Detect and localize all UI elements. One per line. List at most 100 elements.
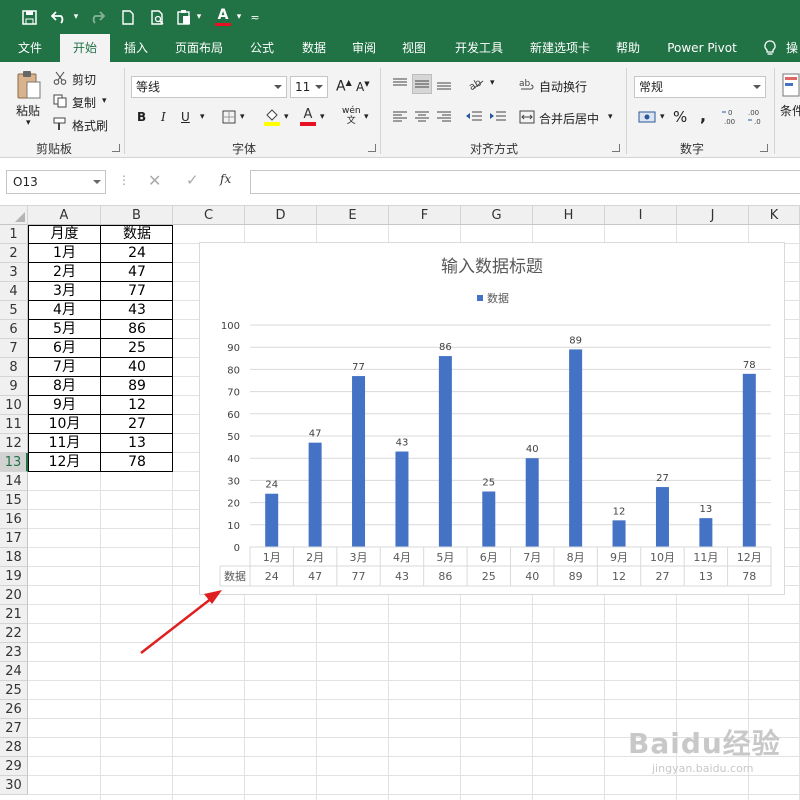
orientation-dropdown-icon[interactable]: ▾ bbox=[490, 78, 495, 88]
align-right-icon[interactable] bbox=[434, 107, 454, 127]
copy-dropdown-icon[interactable]: ▾ bbox=[102, 96, 107, 106]
bar[interactable] bbox=[655, 487, 669, 547]
accounting-dropdown-icon[interactable]: ▾ bbox=[660, 112, 665, 122]
phonetic-button[interactable]: wén 文 bbox=[342, 106, 361, 126]
align-center-icon[interactable] bbox=[412, 107, 432, 127]
cut-button[interactable]: 剪切 bbox=[72, 71, 96, 88]
align-middle-icon[interactable] bbox=[412, 74, 432, 94]
select-all-corner[interactable] bbox=[0, 206, 28, 225]
row-header-23[interactable]: 23 bbox=[0, 643, 28, 662]
table-cell[interactable]: 10月 bbox=[28, 415, 101, 434]
align-bottom-icon[interactable] bbox=[434, 74, 454, 94]
table-cell[interactable]: 11月 bbox=[28, 434, 101, 453]
row-header-7[interactable]: 7 bbox=[0, 339, 28, 358]
paste-button[interactable]: 粘贴 bbox=[16, 102, 40, 119]
table-cell[interactable]: 77 bbox=[101, 282, 173, 301]
tab-new-tab[interactable]: 新建选项卡 bbox=[522, 34, 598, 62]
column-header-k[interactable]: K bbox=[749, 206, 800, 225]
table-cell[interactable]: 9月 bbox=[28, 396, 101, 415]
table-header-cell[interactable]: 月度 bbox=[28, 225, 101, 244]
row-header-9[interactable]: 9 bbox=[0, 377, 28, 396]
table-cell[interactable]: 2月 bbox=[28, 263, 101, 282]
table-cell[interactable]: 13 bbox=[101, 434, 173, 453]
tab-formulas[interactable]: 公式 bbox=[240, 34, 284, 62]
decrease-font-size-button[interactable]: A▼ bbox=[356, 80, 370, 94]
orientation-icon[interactable]: ab bbox=[466, 74, 488, 94]
increase-indent-icon[interactable] bbox=[488, 107, 508, 127]
table-cell[interactable]: 40 bbox=[101, 358, 173, 377]
tab-help[interactable]: 帮助 bbox=[606, 34, 650, 62]
row-header-20[interactable]: 20 bbox=[0, 586, 28, 605]
decrease-indent-icon[interactable] bbox=[464, 107, 484, 127]
number-dialog-launcher-icon[interactable] bbox=[760, 144, 768, 152]
borders-icon[interactable] bbox=[220, 108, 238, 126]
row-header-24[interactable]: 24 bbox=[0, 662, 28, 681]
italic-button[interactable]: I bbox=[161, 110, 166, 124]
wrap-text-icon[interactable]: ab bbox=[518, 74, 536, 94]
row-header-29[interactable]: 29 bbox=[0, 757, 28, 776]
bar[interactable] bbox=[308, 442, 322, 547]
font-name-select[interactable]: 等线 bbox=[131, 76, 287, 98]
lightbulb-icon[interactable] bbox=[760, 38, 780, 58]
fill-color-dropdown-icon[interactable]: ▾ bbox=[284, 112, 289, 122]
format-painter-button[interactable]: 格式刷 bbox=[72, 117, 108, 134]
paste-icon[interactable] bbox=[14, 68, 44, 102]
table-cell[interactable]: 8月 bbox=[28, 377, 101, 396]
redo-icon[interactable] bbox=[86, 6, 108, 28]
table-cell[interactable]: 89 bbox=[101, 377, 173, 396]
row-header-5[interactable]: 5 bbox=[0, 301, 28, 320]
font-size-select[interactable]: 11 bbox=[290, 76, 328, 98]
column-header-g[interactable]: G bbox=[461, 206, 533, 225]
column-header-j[interactable]: J bbox=[677, 206, 749, 225]
row-header-13[interactable]: 13 bbox=[0, 453, 28, 472]
row-header-15[interactable]: 15 bbox=[0, 491, 28, 510]
conditional-format-button[interactable]: 条件 bbox=[780, 102, 800, 119]
paste-quick-icon[interactable] bbox=[174, 6, 194, 28]
tab-file[interactable]: 文件 bbox=[0, 34, 60, 62]
tab-page-layout[interactable]: 页面布局 bbox=[166, 34, 232, 62]
row-header-18[interactable]: 18 bbox=[0, 548, 28, 567]
row-header-25[interactable]: 25 bbox=[0, 681, 28, 700]
row-header-6[interactable]: 6 bbox=[0, 320, 28, 339]
tab-tell-me[interactable]: 操 bbox=[784, 34, 800, 62]
bar[interactable] bbox=[482, 491, 496, 548]
table-cell[interactable]: 5月 bbox=[28, 320, 101, 339]
paste-dropdown-icon[interactable]: ▾ bbox=[26, 118, 31, 128]
column-header-f[interactable]: F bbox=[389, 206, 461, 225]
chart-title[interactable]: 输入数据标题 bbox=[441, 257, 543, 277]
column-header-a[interactable]: A bbox=[28, 206, 101, 225]
borders-dropdown-icon[interactable]: ▾ bbox=[240, 112, 245, 122]
save-icon[interactable] bbox=[18, 6, 40, 28]
insert-function-icon[interactable]: fx bbox=[220, 172, 231, 186]
percent-style-button[interactable]: % bbox=[673, 108, 687, 126]
align-top-icon[interactable] bbox=[390, 74, 410, 94]
column-header-e[interactable]: E bbox=[317, 206, 389, 225]
bar[interactable] bbox=[395, 451, 409, 547]
bar[interactable] bbox=[438, 356, 452, 547]
column-header-d[interactable]: D bbox=[245, 206, 317, 225]
column-chart[interactable]: 输入数据标题 数据 0 10 20 30 40 50 60 70 80 90 100 24 47 77 43… bbox=[199, 242, 785, 595]
row-header-21[interactable]: 21 bbox=[0, 605, 28, 624]
table-cell[interactable]: 86 bbox=[101, 320, 173, 339]
print-preview-icon[interactable] bbox=[148, 6, 168, 28]
table-cell[interactable]: 4月 bbox=[28, 301, 101, 320]
row-header-3[interactable]: 3 bbox=[0, 263, 28, 282]
tab-home[interactable]: 开始 bbox=[60, 34, 110, 62]
table-cell[interactable]: 47 bbox=[101, 263, 173, 282]
row-header-17[interactable]: 17 bbox=[0, 529, 28, 548]
row-header-19[interactable]: 19 bbox=[0, 567, 28, 586]
legend-label[interactable]: 数据 bbox=[487, 291, 509, 305]
undo-icon[interactable] bbox=[48, 6, 70, 28]
column-header-i[interactable]: I bbox=[605, 206, 677, 225]
table-cell[interactable]: 1月 bbox=[28, 244, 101, 263]
table-cell[interactable]: 3月 bbox=[28, 282, 101, 301]
row-header-22[interactable]: 22 bbox=[0, 624, 28, 643]
new-file-icon[interactable] bbox=[118, 6, 138, 28]
table-cell[interactable]: 12月 bbox=[28, 453, 101, 472]
row-header-14[interactable]: 14 bbox=[0, 472, 28, 491]
table-cell[interactable]: 12 bbox=[101, 396, 173, 415]
bar[interactable] bbox=[265, 493, 279, 547]
copy-button[interactable]: 复制 bbox=[72, 94, 96, 111]
bold-button[interactable]: B bbox=[137, 110, 146, 124]
row-header-4[interactable]: 4 bbox=[0, 282, 28, 301]
